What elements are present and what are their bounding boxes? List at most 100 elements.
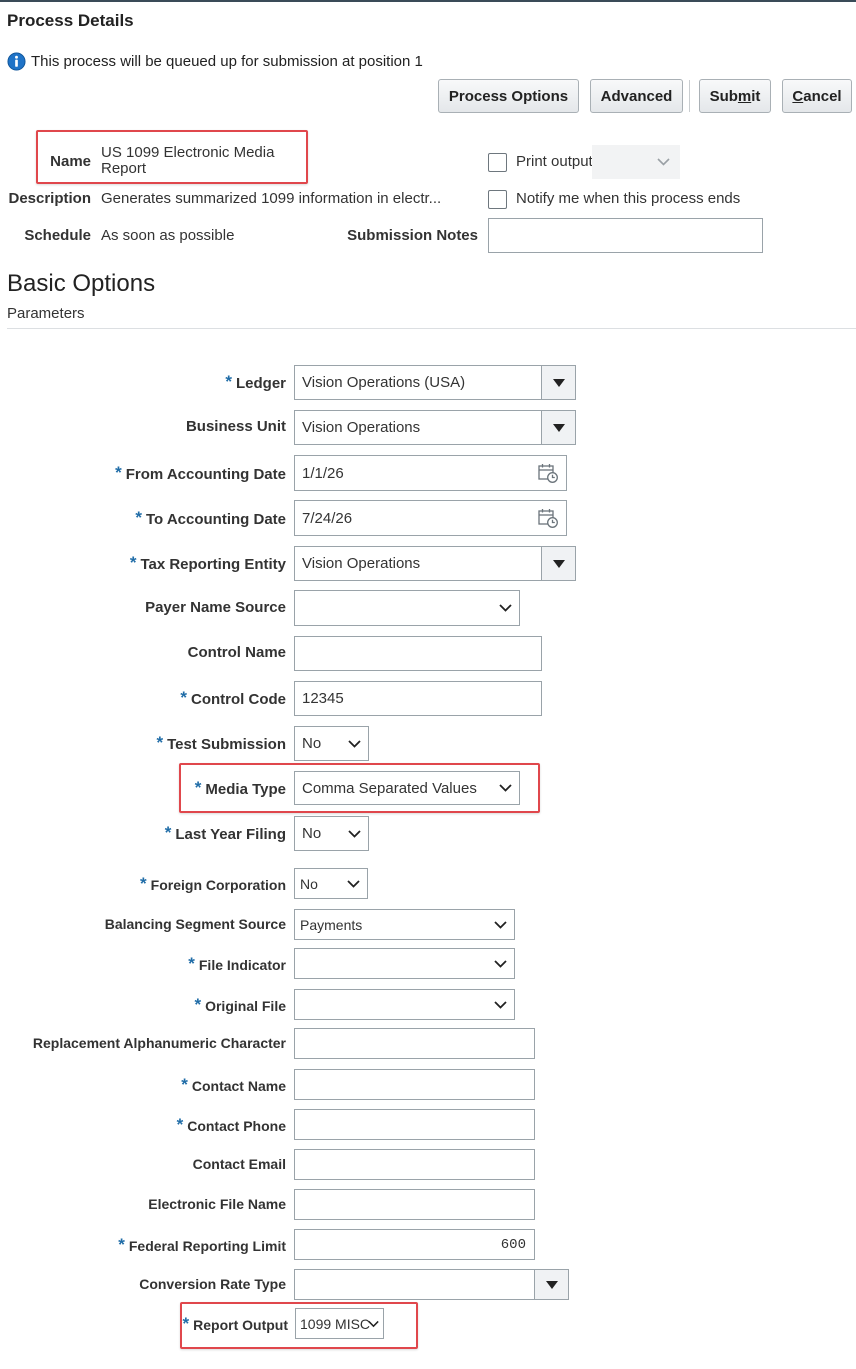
submit-label-b: it xyxy=(751,87,761,105)
required-marker: * xyxy=(176,1115,184,1134)
top-border xyxy=(0,0,856,2)
advanced-button[interactable]: Advanced xyxy=(590,79,683,113)
parameters-subheading: Parameters xyxy=(7,305,85,322)
control-code-label-text: Control Code xyxy=(191,691,286,708)
required-marker: * xyxy=(129,553,137,572)
contact-email-label: Contact Email xyxy=(192,1156,286,1172)
required-marker: * xyxy=(188,954,195,973)
foreign-corp-label-text: Foreign Corporation xyxy=(150,877,286,893)
calendar-icon[interactable] xyxy=(538,508,558,528)
contact-name-input[interactable] xyxy=(294,1069,535,1100)
control-code-input[interactable]: 12345 xyxy=(294,681,542,716)
queue-info-text: This process will be queued up for submi… xyxy=(31,53,423,70)
balancing-segment-select[interactable]: Payments xyxy=(294,909,515,940)
schedule-value: As soon as possible xyxy=(101,227,235,244)
business-unit-dropdown-button[interactable] xyxy=(541,411,575,444)
to-date-input[interactable]: 7/24/26 xyxy=(294,500,567,536)
ledger-value: Vision Operations (USA) xyxy=(302,374,466,391)
original-file-select[interactable] xyxy=(294,989,515,1020)
media-type-select[interactable]: Comma Separated Values xyxy=(294,771,520,805)
electronic-file-name-label: Electronic File Name xyxy=(148,1196,286,1212)
test-submission-value: No xyxy=(302,735,322,752)
last-year-filing-value: No xyxy=(302,825,322,842)
electronic-file-name-input[interactable] xyxy=(294,1189,535,1220)
test-submission-select[interactable]: No xyxy=(294,726,369,761)
replacement-char-input[interactable] xyxy=(294,1028,535,1059)
to-date-label-text: To Accounting Date xyxy=(146,511,286,528)
cancel-label: ancel xyxy=(803,87,842,105)
report-output-label: * Report Output xyxy=(183,1314,289,1335)
tax-entity-label-text: Tax Reporting Entity xyxy=(140,556,286,573)
original-file-label: * Original File xyxy=(194,995,286,1016)
triangle-down-icon xyxy=(552,378,565,387)
submit-accesskey: m xyxy=(737,87,752,105)
business-unit-combo[interactable]: Vision Operations xyxy=(294,410,576,445)
cancel-accesskey: C xyxy=(792,87,804,105)
submission-notes-input[interactable] xyxy=(488,218,763,253)
required-marker: * xyxy=(164,823,172,842)
required-marker: * xyxy=(225,372,232,391)
notify-checkbox[interactable] xyxy=(488,190,507,209)
replacement-char-label: Replacement Alphanumeric Character xyxy=(32,1035,286,1051)
report-output-value: 1099 MISC xyxy=(300,1315,371,1332)
print-output-select[interactable] xyxy=(592,145,680,179)
chevron-down-icon xyxy=(494,959,507,968)
original-file-label-text: Original File xyxy=(205,998,286,1014)
notify-label: Notify me when this process ends xyxy=(516,190,741,207)
triangle-down-icon xyxy=(552,559,565,568)
tax-entity-combo[interactable]: Vision Operations xyxy=(294,546,576,581)
control-name-input[interactable] xyxy=(294,636,542,671)
chevron-down-icon xyxy=(347,879,360,888)
payer-name-source-select[interactable] xyxy=(294,590,520,626)
from-date-input[interactable]: 1/1/26 xyxy=(294,455,567,491)
test-submission-label-text: Test Submission xyxy=(167,736,286,753)
to-date-label: * To Accounting Date xyxy=(135,508,286,529)
last-year-filing-select[interactable]: No xyxy=(294,816,369,851)
tax-entity-label: * Tax Reporting Entity xyxy=(129,553,286,574)
balancing-segment-value: Payments xyxy=(300,916,363,933)
conversion-rate-label: Conversion Rate Type xyxy=(139,1276,286,1292)
conversion-rate-combo[interactable] xyxy=(294,1269,569,1300)
submit-label-a: Sub xyxy=(709,87,738,105)
foreign-corp-select[interactable]: No xyxy=(294,868,368,899)
from-date-value: 1/1/26 xyxy=(302,464,344,482)
federal-limit-input[interactable]: 600 xyxy=(294,1229,535,1260)
media-type-label-text: Media Type xyxy=(205,781,286,798)
queue-info-message: This process will be queued up for submi… xyxy=(7,52,423,71)
balancing-segment-label: Balancing Segment Source xyxy=(104,916,286,932)
from-date-label-text: From Accounting Date xyxy=(125,466,286,483)
contact-phone-input[interactable] xyxy=(294,1109,535,1140)
file-indicator-label-text: File Indicator xyxy=(198,957,286,973)
control-code-label: * Control Code xyxy=(180,688,286,709)
tax-entity-dropdown-button[interactable] xyxy=(541,547,575,580)
report-output-select[interactable]: 1099 MISC xyxy=(295,1308,384,1339)
chevron-down-icon xyxy=(348,829,361,838)
toolbar-separator xyxy=(689,80,690,112)
chevron-down-icon xyxy=(657,158,670,166)
cancel-button[interactable]: Cancel xyxy=(782,79,852,113)
calendar-icon[interactable] xyxy=(538,463,558,483)
chevron-down-icon xyxy=(368,1320,379,1327)
contact-name-label: * Contact Name xyxy=(181,1075,286,1096)
print-output-checkbox[interactable] xyxy=(488,153,507,172)
ledger-dropdown-button[interactable] xyxy=(541,366,575,399)
name-value-line1: US 1099 Electronic Media xyxy=(101,144,275,161)
required-marker: * xyxy=(156,733,164,752)
required-marker: * xyxy=(194,995,202,1014)
file-indicator-select[interactable] xyxy=(294,948,515,979)
page-title: Process Details xyxy=(7,11,134,30)
process-options-button[interactable]: Process Options xyxy=(438,79,579,113)
federal-limit-label-text: Federal Reporting Limit xyxy=(128,1238,286,1254)
required-marker: * xyxy=(118,1235,125,1254)
conversion-rate-dropdown-button[interactable] xyxy=(534,1270,568,1299)
required-marker: * xyxy=(140,874,147,893)
submit-button[interactable]: Sub m it xyxy=(699,79,771,113)
to-date-value: 7/24/26 xyxy=(302,509,353,527)
last-year-filing-label-text: Last Year Filing xyxy=(175,826,286,843)
chevron-down-icon xyxy=(499,784,512,792)
ledger-label: * Ledger xyxy=(225,372,286,393)
contact-email-input[interactable] xyxy=(294,1149,535,1180)
ledger-combo[interactable]: Vision Operations (USA) xyxy=(294,365,576,400)
business-unit-label: Business Unit xyxy=(185,418,286,435)
contact-name-label-text: Contact Name xyxy=(191,1078,286,1094)
